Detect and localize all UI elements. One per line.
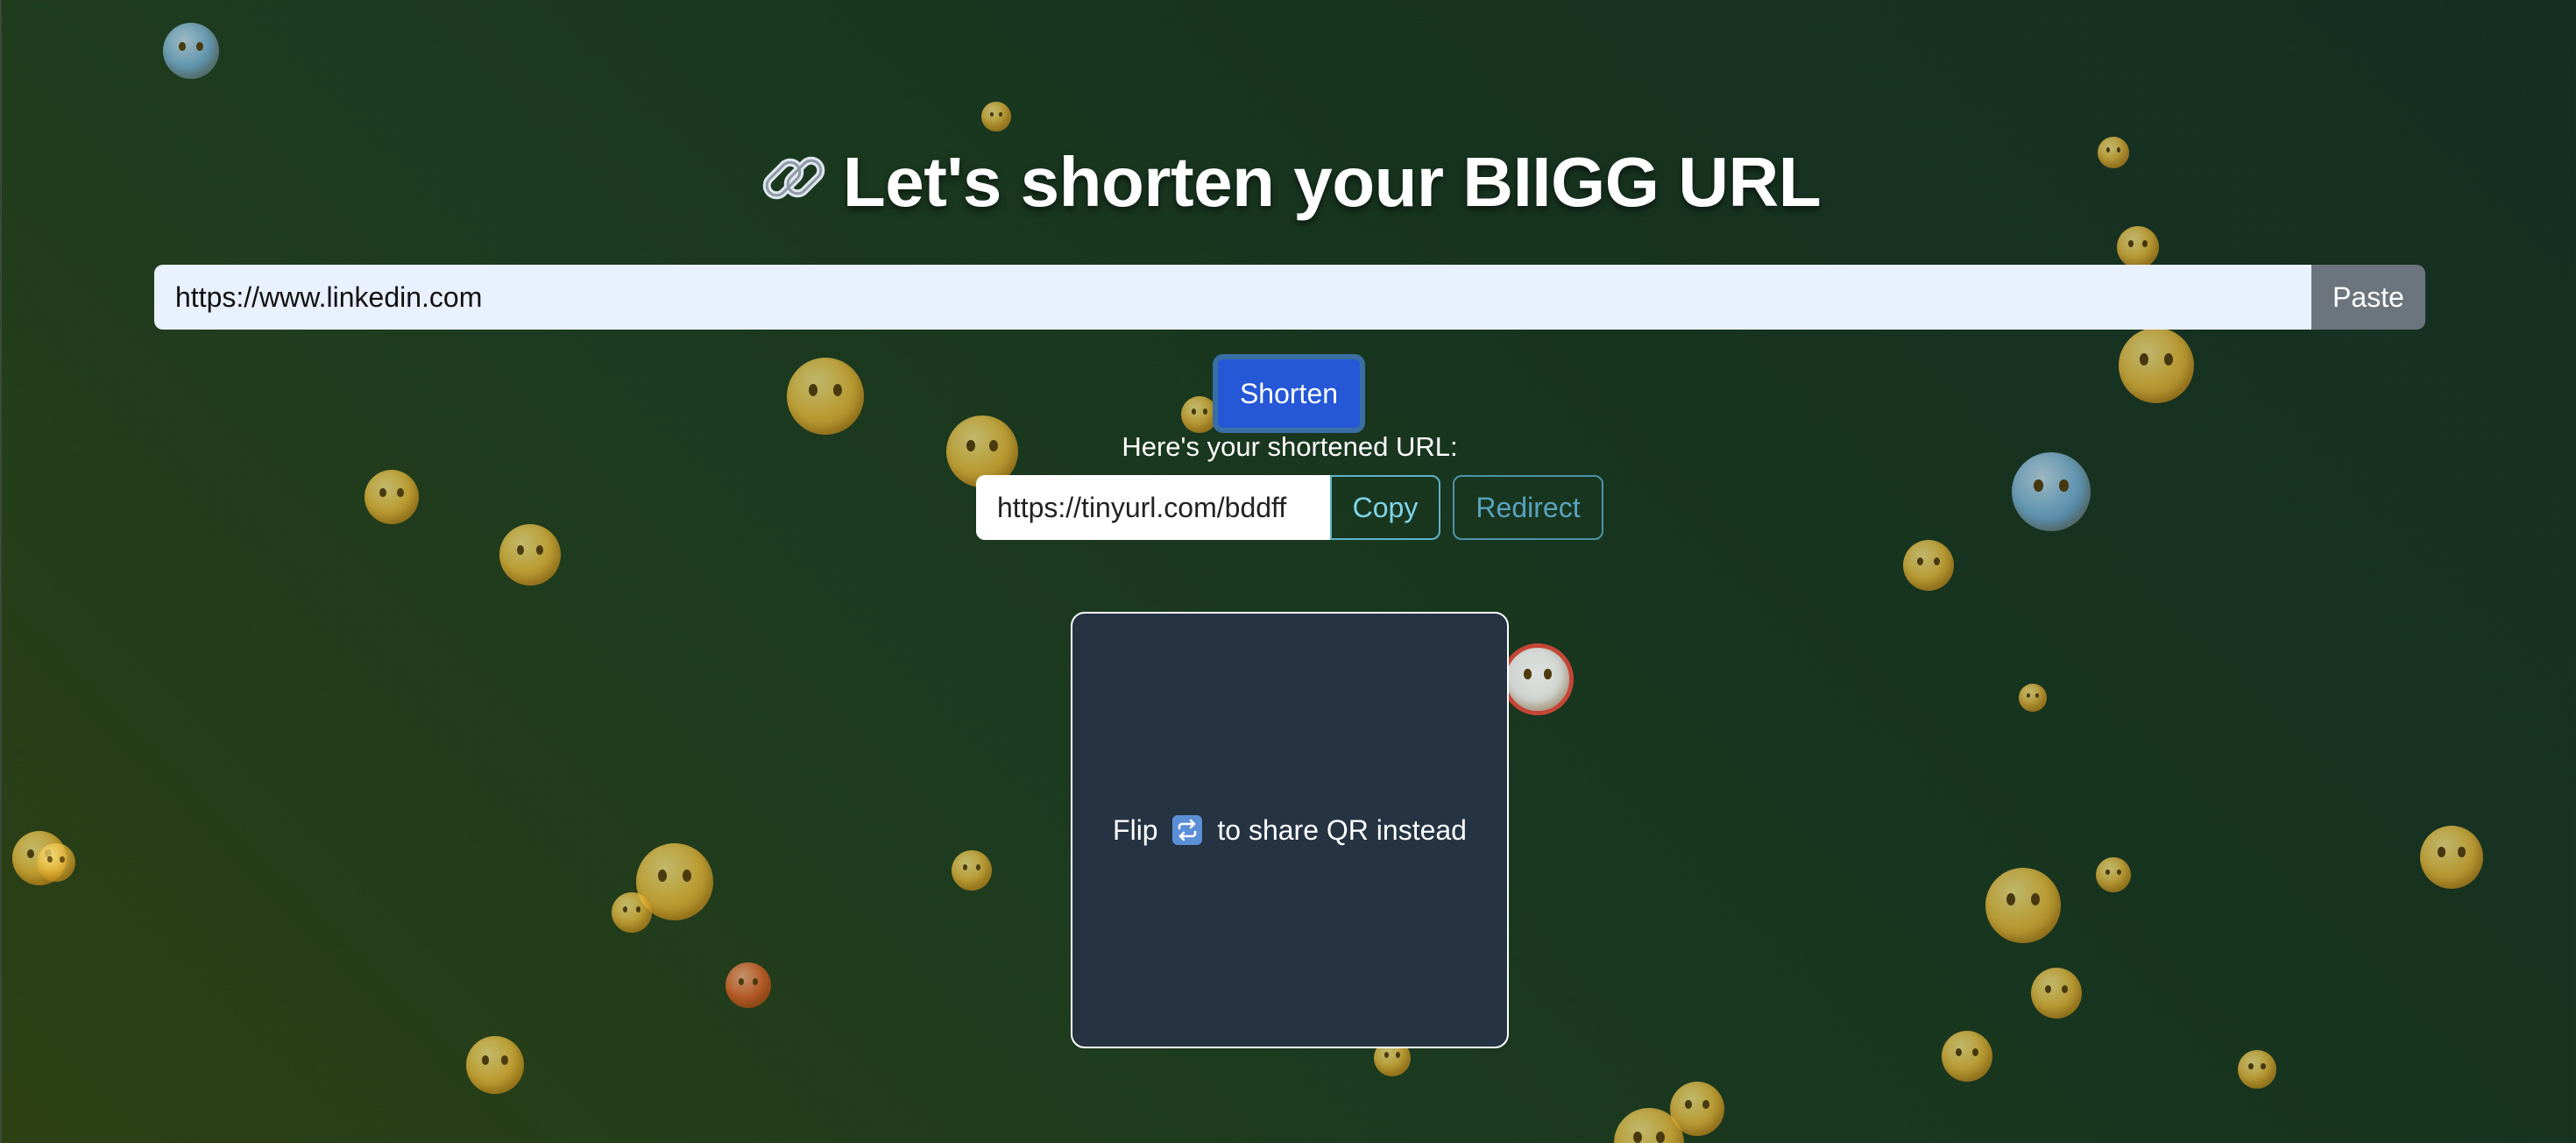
emoji-icon (1942, 1031, 1992, 1082)
flip-card-text: Flip to share QR instead (1113, 814, 1467, 847)
short-url-field[interactable] (976, 475, 1330, 540)
result-label: Here's your shortened URL: (1122, 431, 1458, 462)
emoji-icon (12, 831, 67, 885)
emoji-icon (725, 962, 771, 1008)
redirect-button[interactable]: Redirect (1453, 475, 1603, 540)
emoji-icon (2019, 684, 2047, 712)
emoji-icon (1502, 643, 1574, 715)
emoji-icon (981, 102, 1011, 131)
page-title-text: Let's shorten your BIIGG URL (842, 143, 1822, 221)
emoji-icon (787, 358, 864, 435)
emoji-icon (1614, 1108, 1684, 1143)
qr-flip-card[interactable]: Flip to share QR instead (1071, 612, 1509, 1048)
link-icon (759, 143, 829, 213)
url-input-group: Paste (154, 265, 2425, 330)
emoji-icon (466, 1036, 524, 1094)
repeat-icon (1172, 814, 1203, 845)
emoji-icon (952, 850, 992, 891)
emoji-icon (2238, 1050, 2276, 1089)
emoji-icon (2119, 328, 2194, 403)
page: Let's shorten your BIIGG URL Paste Short… (0, 0, 2576, 1143)
emoji-icon (2096, 857, 2131, 892)
flip-text-after: to share QR instead (1217, 813, 1467, 846)
long-url-input[interactable] (154, 265, 2311, 330)
copy-button[interactable]: Copy (1330, 475, 1440, 540)
shorten-button[interactable]: Shorten (1213, 354, 1365, 433)
emoji-icon (612, 892, 652, 933)
page-title: Let's shorten your BIIGG URL (2, 138, 2576, 226)
emoji-icon (2117, 226, 2159, 268)
emoji-icon (1670, 1082, 1724, 1136)
emoji-icon (1903, 540, 1954, 591)
flip-text-before: Flip (1113, 813, 1158, 846)
emoji-icon (163, 23, 219, 79)
emoji-icon (2031, 968, 2082, 1019)
short-url-group: Copy Redirect (976, 475, 1603, 540)
emoji-icon (636, 843, 713, 920)
emoji-icon (364, 470, 419, 524)
emoji-icon (1985, 868, 2061, 943)
emoji-icon (37, 843, 75, 882)
emoji-icon (2420, 826, 2483, 889)
paste-button[interactable]: Paste (2311, 265, 2425, 330)
emoji-icon (499, 524, 561, 586)
